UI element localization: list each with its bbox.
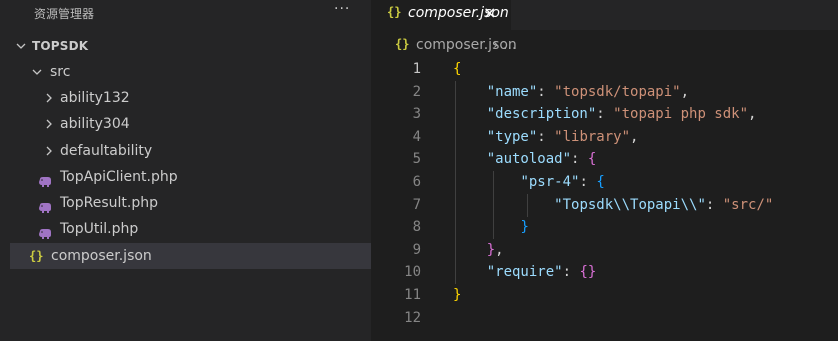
code-line[interactable]: "require": {} — [453, 261, 597, 284]
editor-area: {} composer.json × {} composer.json › ..… — [371, 0, 838, 341]
tree-file-composer-json[interactable]: {} composer.json — [10, 243, 371, 269]
breadcrumb-separator[interactable]: › ... — [493, 37, 516, 53]
code-line[interactable]: } — [453, 284, 461, 307]
json-string: "topapi php sdk" — [613, 106, 749, 122]
code-line[interactable]: "name": "topsdk/topapi", — [453, 81, 689, 104]
tree-root-topsdk[interactable]: TOPSDK — [10, 33, 371, 59]
tree-item-label: TopApiClient.php — [60, 169, 178, 185]
code-line[interactable]: "psr-4": { — [453, 171, 604, 194]
line-number: 7 — [412, 197, 421, 213]
line-number: 8 — [412, 219, 421, 235]
tree-item-label: defaultability — [60, 143, 153, 159]
explorer-title: 资源管理器 — [34, 7, 95, 21]
tree-file-toputil[interactable]: TopUtil.php — [10, 216, 371, 242]
breadcrumb: {} composer.json › ... — [371, 36, 838, 58]
line-number: 1 — [412, 61, 421, 77]
tree-folder-src[interactable]: src — [10, 59, 371, 85]
brace: } — [453, 287, 462, 303]
code-line[interactable]: "autoload": { — [453, 148, 597, 171]
tree-root-label: TOPSDK — [32, 39, 89, 53]
line-number: 11 — [404, 287, 421, 303]
chevron-right-icon — [42, 138, 56, 164]
brace: { — [453, 61, 462, 77]
tree-item-label: TopUtil.php — [60, 221, 139, 237]
line-number: 9 — [412, 242, 421, 258]
json-string: "library" — [554, 129, 631, 145]
json-braces-icon: {} — [387, 5, 402, 19]
json-braces-icon: {} — [395, 37, 410, 51]
tree-item-label: ability132 — [60, 90, 130, 106]
json-string: "topsdk/topapi" — [554, 84, 681, 100]
json-key: "psr-4" — [520, 174, 580, 190]
code-line[interactable]: "type": "library", — [453, 126, 639, 149]
tab-bar: {} composer.json × — [371, 0, 838, 30]
tree-item-label: TopResult.php — [60, 195, 158, 211]
tree-file-topresult[interactable]: TopResult.php — [10, 190, 371, 216]
tree-folder-ability304[interactable]: ability304 — [10, 111, 371, 137]
tree-folder-ability132[interactable]: ability132 — [10, 85, 371, 111]
chevron-right-icon — [42, 85, 56, 111]
line-number: 12 — [404, 310, 421, 326]
code-line[interactable]: { — [453, 58, 461, 81]
json-key: "Topsdk\\Topapi\\" — [554, 197, 706, 213]
tree-item-label: src — [50, 64, 71, 80]
chevron-down-icon — [14, 33, 28, 59]
chevron-down-icon — [30, 59, 44, 85]
json-key: "require" — [486, 264, 563, 280]
line-number: 4 — [412, 129, 421, 145]
line-number: 2 — [412, 84, 421, 100]
chevron-right-icon — [42, 111, 56, 137]
php-elephant-icon — [38, 197, 52, 213]
json-string: "src/" — [722, 197, 774, 213]
tree-item-label: composer.json — [51, 248, 152, 264]
close-icon[interactable]: × — [483, 3, 496, 22]
tab-composer-json[interactable]: {} composer.json × — [371, 0, 511, 30]
tree-file-topapiclient[interactable]: TopApiClient.php — [10, 164, 371, 190]
json-key: "name" — [486, 84, 538, 100]
json-key: "autoload" — [486, 151, 572, 167]
line-number: 3 — [412, 106, 421, 122]
code-line[interactable]: "description": "topapi php sdk", — [453, 103, 757, 126]
line-number: 6 — [412, 174, 421, 190]
code-line[interactable]: "Topsdk\\Topapi\\": "src/" — [453, 194, 773, 217]
code-line[interactable]: } — [453, 216, 528, 239]
line-number: 5 — [412, 151, 421, 167]
json-braces-icon: {} — [29, 249, 44, 263]
code-line[interactable]: }, — [453, 239, 504, 262]
json-key: "description" — [486, 106, 597, 122]
php-elephant-icon — [38, 171, 52, 187]
tree-item-label: ability304 — [60, 116, 130, 132]
tree-folder-defaultability[interactable]: defaultability — [10, 138, 371, 164]
more-actions-icon[interactable]: ··· — [334, 1, 350, 17]
explorer-header: 资源管理器 ··· — [0, 0, 371, 26]
json-key: "type" — [486, 129, 538, 145]
explorer-sidebar: 资源管理器 ··· TOPSDK src ability132 ability3… — [0, 0, 371, 341]
php-elephant-icon — [38, 223, 52, 239]
line-number: 10 — [404, 264, 421, 280]
